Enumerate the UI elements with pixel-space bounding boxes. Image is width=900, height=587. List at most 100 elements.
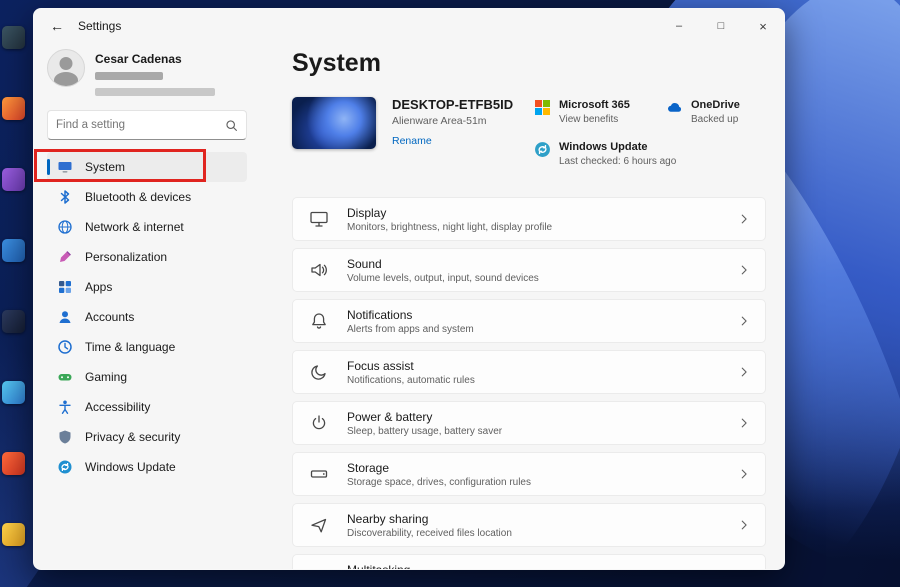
desktop-shortcut-icon[interactable] xyxy=(2,97,25,120)
settings-window: ← Settings – □ × Cesar Cadenas xyxy=(33,8,785,570)
network-icon xyxy=(57,219,73,235)
windows-update-icon xyxy=(57,459,73,475)
row-description: Volume levels, output, input, sound devi… xyxy=(347,273,539,284)
desktop-shortcut-icon[interactable] xyxy=(2,26,25,49)
chevron-right-icon xyxy=(737,263,751,277)
row-notifications[interactable]: Notifications Alerts from apps and syste… xyxy=(292,299,766,343)
row-description: Monitors, brightness, night light, displ… xyxy=(347,222,552,233)
row-description: Alerts from apps and system xyxy=(347,324,474,335)
sound-icon xyxy=(309,260,329,280)
nearby-sharing-icon xyxy=(309,515,329,535)
status-card-grid: Microsoft 365 View benefits OneDrive Bac… xyxy=(534,97,766,167)
desktop-shortcut-icon[interactable] xyxy=(2,168,25,191)
row-label: Notifications xyxy=(347,308,474,322)
sidebar-item-label: Time & language xyxy=(85,340,175,354)
power-icon xyxy=(309,413,329,433)
row-nearby-sharing[interactable]: Nearby sharing Discoverability, received… xyxy=(292,503,766,547)
row-focus-assist[interactable]: Focus assist Notifications, automatic ru… xyxy=(292,350,766,394)
device-model: Alienware Area-51m xyxy=(392,115,513,127)
system-icon xyxy=(57,159,73,175)
windows-update-status-icon xyxy=(534,141,551,158)
row-description: Sleep, battery usage, battery saver xyxy=(347,426,502,437)
sidebar-item-apps[interactable]: Apps xyxy=(47,272,247,302)
page-title: System xyxy=(292,49,766,81)
onedrive-card[interactable]: OneDrive Backed up xyxy=(666,99,766,125)
desktop-shortcut-icon[interactable] xyxy=(2,310,25,333)
row-text: Multitasking Snap windows, desktops, tas… xyxy=(347,563,525,570)
row-text: Storage Storage space, drives, configura… xyxy=(347,461,531,488)
time-language-icon xyxy=(57,339,73,355)
chevron-right-icon xyxy=(737,467,751,481)
maximize-icon: □ xyxy=(718,20,725,32)
storage-drive-icon xyxy=(309,464,329,484)
search-input[interactable] xyxy=(56,119,225,131)
sidebar-item-label: Network & internet xyxy=(85,220,184,234)
back-button[interactable]: ← xyxy=(40,12,74,40)
rename-link[interactable]: Rename xyxy=(392,135,432,147)
row-text: Nearby sharing Discoverability, received… xyxy=(347,512,512,539)
microsoft-365-card[interactable]: Microsoft 365 View benefits xyxy=(534,99,652,125)
sidebar-item-time-language[interactable]: Time & language xyxy=(47,332,247,362)
system-page: System DESKTOP-ETFB5ID Alienware Area-51… xyxy=(260,43,784,569)
sidebar-item-personalization[interactable]: Personalization xyxy=(47,242,247,272)
sidebar-item-bluetooth-devices[interactable]: Bluetooth & devices xyxy=(47,182,247,212)
back-icon: ← xyxy=(50,18,64,34)
row-text: Notifications Alerts from apps and syste… xyxy=(347,308,474,335)
chevron-right-icon xyxy=(737,365,751,379)
row-label: Power & battery xyxy=(347,410,502,424)
row-display[interactable]: Display Monitors, brightness, night ligh… xyxy=(292,197,766,241)
focus-assist-moon-icon xyxy=(309,362,329,382)
user-account-section[interactable]: Cesar Cadenas xyxy=(47,49,247,96)
sidebar-item-label: System xyxy=(85,160,125,174)
row-storage[interactable]: Storage Storage space, drives, configura… xyxy=(292,452,766,496)
minimize-icon: – xyxy=(676,20,682,32)
active-accent-bar xyxy=(47,159,50,175)
minimize-button[interactable]: – xyxy=(658,9,700,43)
row-label: Multitasking xyxy=(347,563,525,570)
row-description: Notifications, automatic rules xyxy=(347,375,475,386)
desktop-shortcut-icon[interactable] xyxy=(2,452,25,475)
row-text: Display Monitors, brightness, night ligh… xyxy=(347,206,552,233)
close-button[interactable]: × xyxy=(742,9,784,43)
sidebar-item-label: Gaming xyxy=(85,370,127,384)
settings-sidebar: Cesar Cadenas System xyxy=(34,43,260,569)
sidebar-item-label: Bluetooth & devices xyxy=(85,190,191,204)
status-text: OneDrive Backed up xyxy=(691,99,740,125)
status-title: Microsoft 365 xyxy=(559,99,630,111)
maximize-button[interactable]: □ xyxy=(700,9,742,43)
window-title: Settings xyxy=(78,19,121,33)
search-box[interactable] xyxy=(47,110,247,140)
device-name: DESKTOP-ETFB5ID xyxy=(392,97,513,112)
sidebar-item-label: Personalization xyxy=(85,250,167,264)
row-multitasking[interactable]: Multitasking Snap windows, desktops, tas… xyxy=(292,554,766,569)
device-wallpaper-thumbnail xyxy=(292,97,376,149)
sidebar-item-windows-update[interactable]: Windows Update xyxy=(47,452,247,482)
row-description: Storage space, drives, configuration rul… xyxy=(347,477,531,488)
sidebar-item-system[interactable]: System xyxy=(47,152,247,182)
status-title: Windows Update xyxy=(559,141,676,153)
chevron-right-icon xyxy=(737,416,751,430)
sidebar-item-accessibility[interactable]: Accessibility xyxy=(47,392,247,422)
status-subtitle: View benefits xyxy=(559,114,630,125)
desktop-shortcut-icon[interactable] xyxy=(2,239,25,262)
avatar-person-icon xyxy=(54,72,78,87)
row-label: Nearby sharing xyxy=(347,512,512,526)
sidebar-item-privacy-security[interactable]: Privacy & security xyxy=(47,422,247,452)
desktop-shortcut-icon[interactable] xyxy=(2,523,25,546)
avatar xyxy=(47,49,85,87)
windows-update-card[interactable]: Windows Update Last checked: 6 hours ago xyxy=(534,141,652,167)
accessibility-icon xyxy=(57,399,73,415)
desktop-shortcut-icon[interactable] xyxy=(2,381,25,404)
status-title: OneDrive xyxy=(691,99,740,111)
sidebar-item-label: Windows Update xyxy=(85,460,176,474)
notifications-bell-icon xyxy=(309,311,329,331)
sidebar-item-gaming[interactable]: Gaming xyxy=(47,362,247,392)
gaming-icon xyxy=(57,369,73,385)
device-header: DESKTOP-ETFB5ID Alienware Area-51m Renam… xyxy=(292,97,766,167)
window-controls: – □ × xyxy=(658,9,784,43)
sidebar-item-network-internet[interactable]: Network & internet xyxy=(47,212,247,242)
sidebar-item-accounts[interactable]: Accounts xyxy=(47,302,247,332)
row-sound[interactable]: Sound Volume levels, output, input, soun… xyxy=(292,248,766,292)
row-power-battery[interactable]: Power & battery Sleep, battery usage, ba… xyxy=(292,401,766,445)
status-text: Microsoft 365 View benefits xyxy=(559,99,630,125)
